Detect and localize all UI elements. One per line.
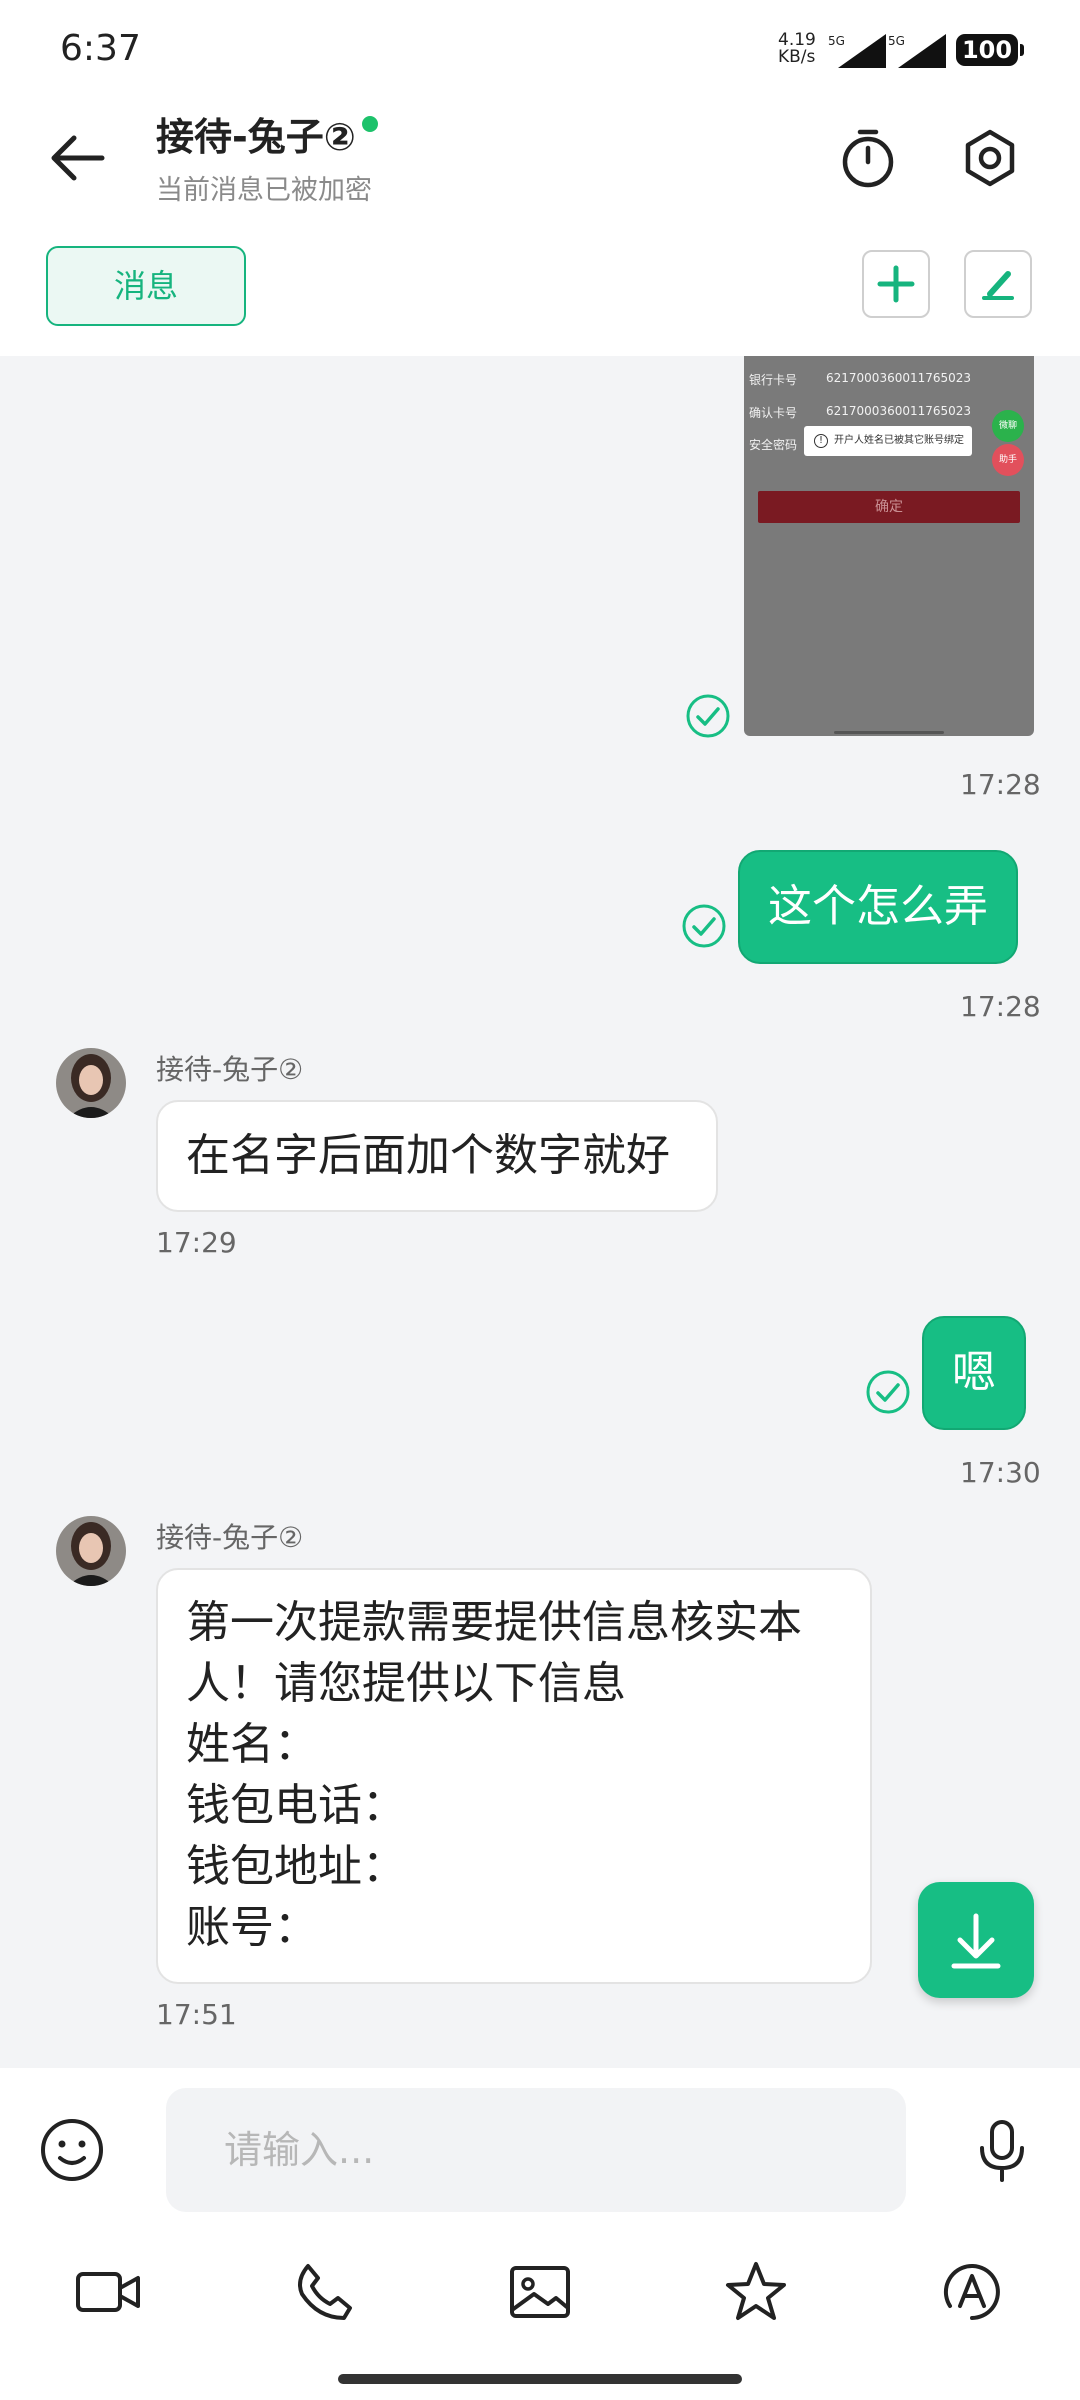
translate-icon[interactable] [936, 2256, 1008, 2328]
message-line: 第一次提款需要提供信息核实本 [186, 1597, 802, 1648]
image-text: 6217000360011765023 [826, 404, 972, 418]
message-timestamp: 17:28 [960, 990, 1041, 1023]
tab-messages[interactable]: 消息 [46, 246, 246, 326]
message-timestamp: 17:28 [960, 768, 1041, 801]
avatar[interactable] [56, 1048, 126, 1118]
outgoing-message[interactable]: 这个怎么弄 [738, 850, 1018, 964]
network-speed: 4.19 KB/s [778, 32, 816, 66]
tab-bar: 消息 [0, 230, 1080, 356]
scroll-to-bottom-button[interactable] [918, 1882, 1034, 1998]
chat-header: 接待-兔子② 当前消息已被加密 [0, 100, 1080, 230]
image-text: 银行卡号 [749, 373, 798, 387]
download-icon [951, 1913, 1001, 1969]
alert-icon: ! [814, 434, 828, 448]
avatar[interactable] [56, 1516, 126, 1586]
message-timestamp: 17:29 [156, 1226, 237, 1259]
image-icon[interactable] [504, 2256, 576, 2328]
pencil-icon [982, 271, 1014, 300]
incoming-message[interactable]: 第一次提款需要提供信息核实本 人！请您提供以下信息 姓名： 钱包电话： 钱包地址… [156, 1568, 872, 1984]
status-bar: 6:37 4.19 KB/s 5G 5G 100 [0, 0, 1080, 100]
message-input[interactable] [166, 2088, 906, 2212]
sender-name: 接待-兔子② [156, 1521, 304, 1554]
plus-icon [877, 265, 915, 303]
sent-check-icon [686, 694, 730, 738]
incoming-message[interactable]: 在名字后面加个数字就好 [156, 1100, 718, 1212]
signal-icon-2 [898, 34, 946, 68]
status-time: 6:37 [60, 28, 141, 69]
star-icon[interactable] [720, 2256, 792, 2328]
message-line: 钱包地址： [186, 1841, 406, 1892]
image-alert: ! 开户人姓名已被其它账号绑定 [804, 426, 972, 456]
outgoing-message[interactable]: 嗯 [922, 1316, 1026, 1430]
image-message[interactable]: 银行卡号 6217000360011765023 确认卡号 6217000360… [744, 356, 1034, 736]
contact-name: 接待-兔子② [156, 115, 356, 159]
image-home-indicator [834, 731, 944, 734]
hexagon-settings-icon[interactable] [954, 122, 1026, 194]
image-text: 确认卡号 [749, 406, 798, 420]
signal-icon [838, 34, 886, 68]
video-camera-icon[interactable] [72, 2256, 144, 2328]
encryption-notice: 当前消息已被加密 [156, 175, 372, 206]
image-alert-text: 开户人姓名已被其它账号绑定 [834, 435, 964, 446]
smiley-icon[interactable] [36, 2114, 108, 2186]
message-timestamp: 17:51 [156, 1998, 237, 2031]
avatar-image [56, 1516, 126, 1586]
sent-check-icon [866, 1370, 910, 1414]
image-confirm-button: 确定 [758, 491, 1020, 523]
input-bar [0, 2068, 1080, 2238]
message-line: 人！请您提供以下信息 [186, 1658, 626, 1709]
image-badge-red: 助手 [992, 444, 1024, 476]
battery-indicator: 100 [956, 34, 1024, 66]
chat-title: 接待-兔子② [156, 106, 378, 161]
add-button[interactable] [862, 250, 930, 318]
phone-icon[interactable] [288, 2256, 360, 2328]
home-indicator[interactable] [338, 2374, 742, 2384]
message-line: 账号： [186, 1902, 318, 1953]
message-line: 姓名： [186, 1719, 318, 1770]
network-speed-unit: KB/s [778, 47, 816, 67]
image-badge-green: 微聊 [992, 410, 1024, 442]
sender-name: 接待-兔子② [156, 1053, 304, 1086]
message-line: 钱包电话： [186, 1780, 406, 1831]
avatar-image [56, 1048, 126, 1118]
online-status-dot [361, 116, 378, 132]
image-text: 6217000360011765023 [826, 371, 972, 385]
timer-icon[interactable] [832, 122, 904, 194]
arrow-left-icon[interactable] [40, 120, 116, 196]
sent-check-icon [682, 904, 726, 948]
image-text: 安全密码 [749, 438, 798, 452]
chat-messages[interactable]: 银行卡号 6217000360011765023 确认卡号 6217000360… [0, 356, 1080, 2068]
action-toolbar [0, 2238, 1080, 2400]
microphone-icon[interactable] [966, 2114, 1038, 2186]
edit-button[interactable] [964, 250, 1032, 318]
message-timestamp: 17:30 [960, 1456, 1041, 1489]
